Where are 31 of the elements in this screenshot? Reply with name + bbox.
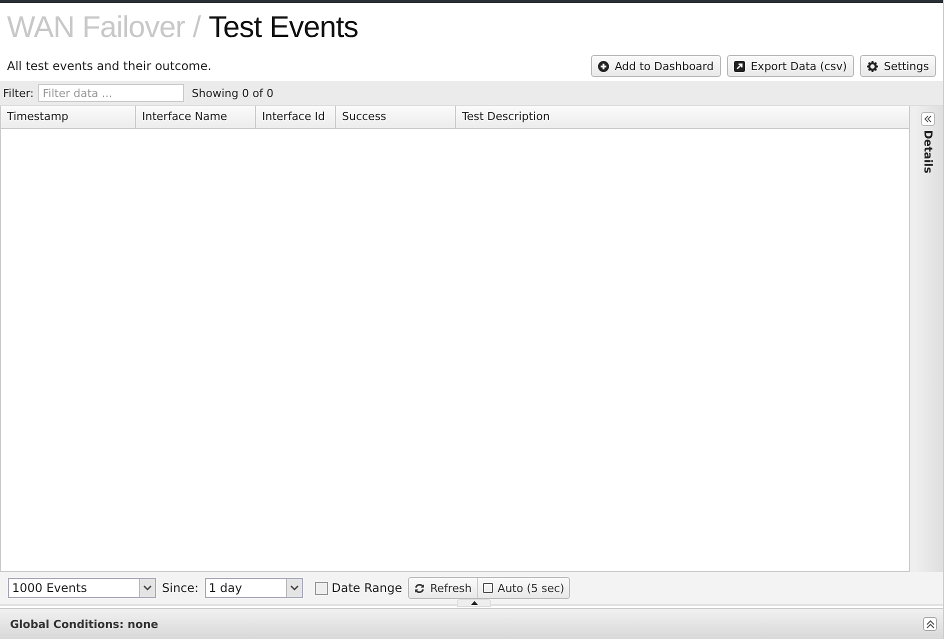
global-conditions: Global Conditions: none — [10, 618, 158, 630]
refresh-icon — [414, 582, 426, 594]
column-header[interactable]: Interface Name — [136, 106, 256, 128]
since-label: Since: — [162, 581, 199, 595]
column-header[interactable]: Test Description — [456, 106, 909, 128]
details-label[interactable]: Details — [922, 130, 934, 174]
expand-icon[interactable] — [921, 112, 935, 126]
export-icon — [734, 60, 745, 72]
row-count: Showing 0 of 0 — [192, 86, 274, 100]
toolbar-button[interactable]: Export Data (csv) — [726, 55, 854, 77]
date-range-checkbox[interactable] — [314, 582, 328, 594]
date-range-label: Date Range — [332, 581, 402, 595]
column-header[interactable]: Success — [336, 106, 456, 128]
refresh-button[interactable]: Refresh — [409, 578, 477, 598]
toolbar-button[interactable]: Settings — [860, 55, 936, 77]
filter-label: Filter: — [3, 86, 34, 100]
since-select[interactable]: 1 day — [204, 578, 303, 598]
limit-select[interactable]: 1000 Events — [8, 578, 156, 598]
auto-refresh-toggle[interactable]: Auto (5 sec) — [476, 578, 570, 598]
collapse-handle[interactable] — [457, 599, 491, 607]
plus-circle-icon — [598, 60, 609, 72]
page-title: Test Events — [208, 11, 358, 44]
chevron-down-icon — [143, 585, 152, 591]
toolbar-button[interactable]: Add to Dashboard — [590, 55, 721, 77]
chevron-down-icon — [290, 585, 299, 591]
settings-icon — [866, 60, 878, 72]
page-description: All test events and their outcome. — [7, 59, 212, 73]
expand-icon[interactable] — [923, 617, 937, 631]
filter-field[interactable]: Filter data ... — [38, 84, 184, 102]
column-header[interactable]: Timestamp — [1, 106, 136, 128]
column-header[interactable]: Interface Id — [256, 106, 336, 128]
